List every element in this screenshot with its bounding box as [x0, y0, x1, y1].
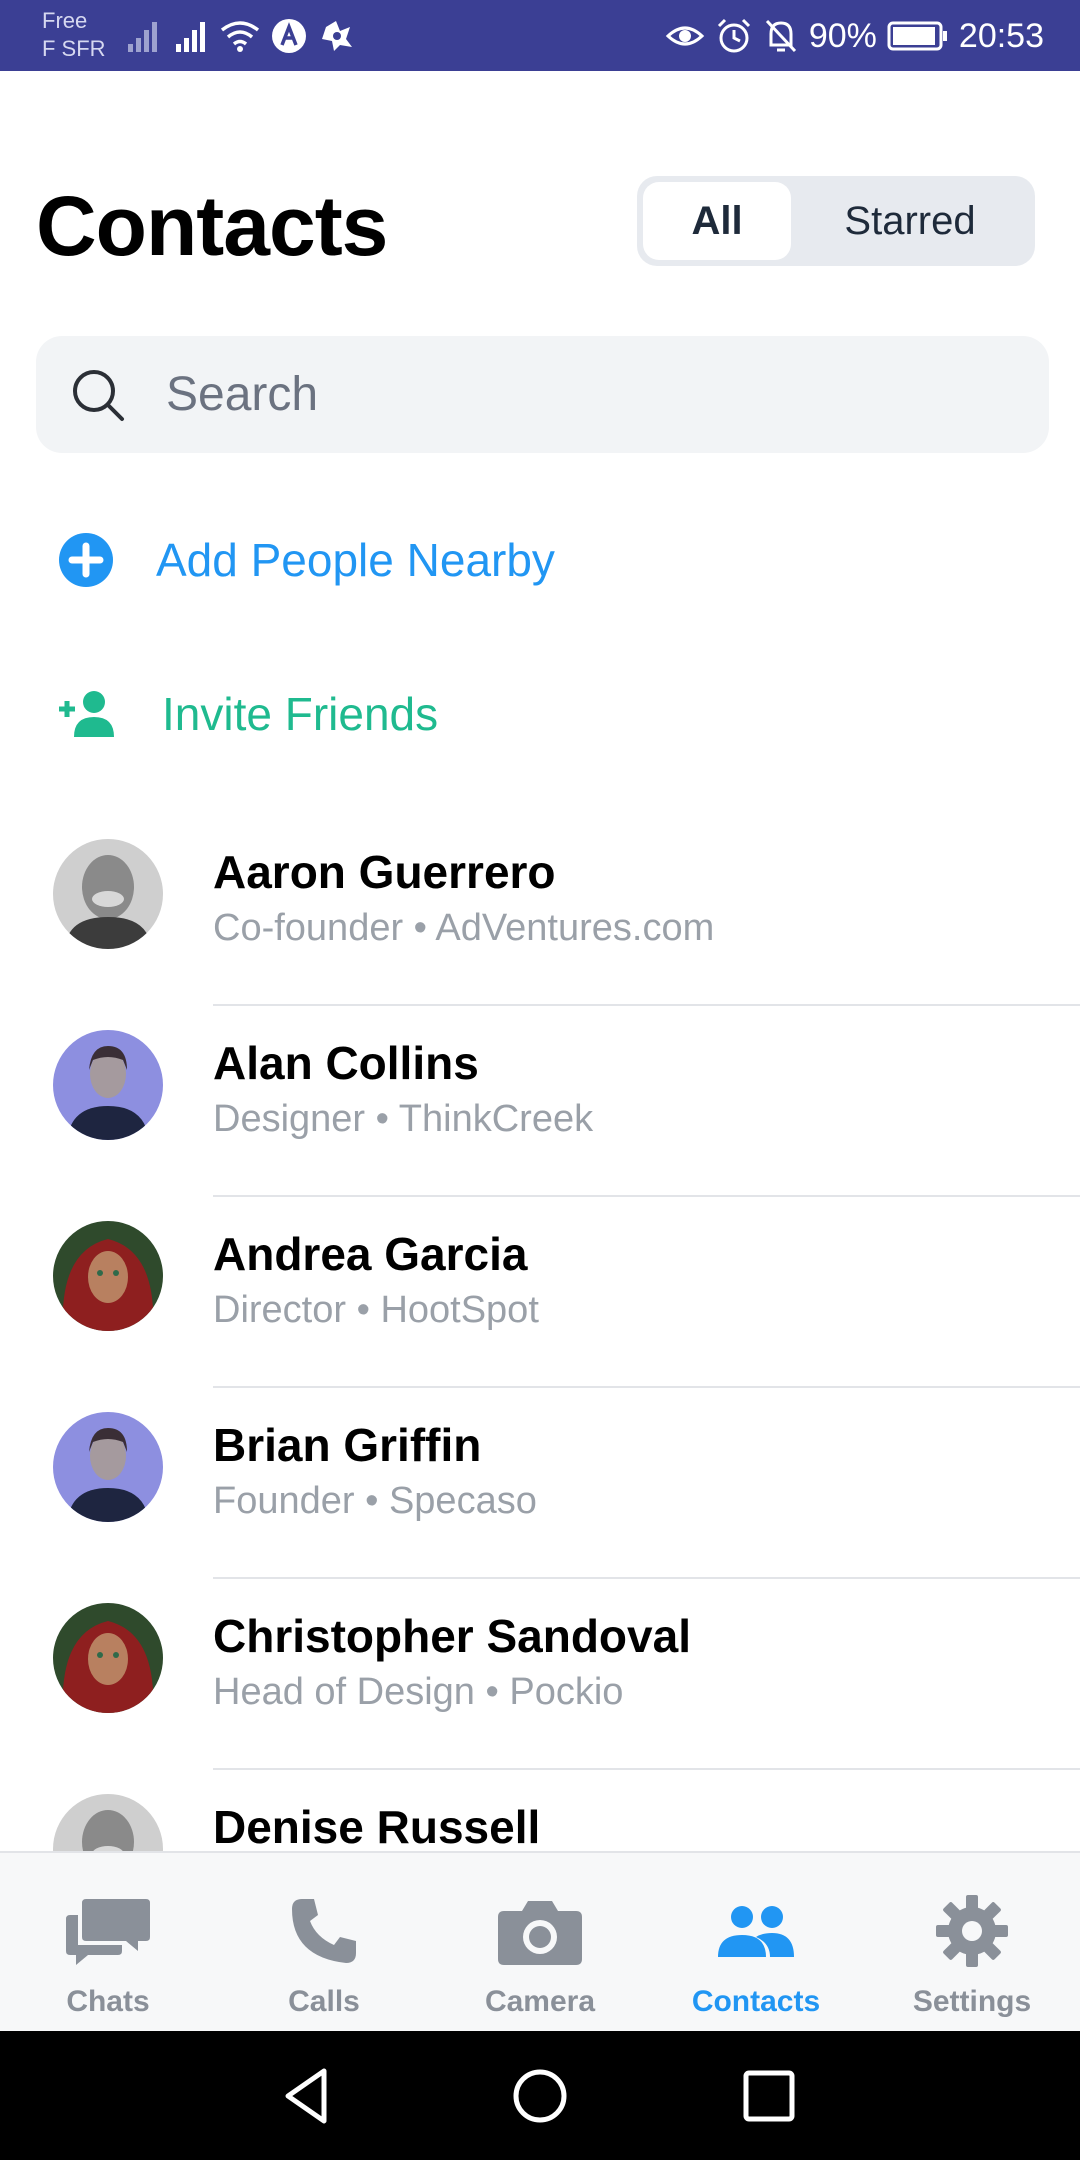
signal-icon-2 [176, 22, 205, 52]
contact-row[interactable]: Denise Russell [0, 1770, 1080, 1851]
home-icon[interactable] [505, 2061, 575, 2131]
contact-name: Andrea Garcia [213, 1228, 528, 1280]
battery-percent: 90% [808, 16, 877, 55]
tab-contacts[interactable]: Contacts [648, 1853, 864, 2031]
add-person-icon [59, 691, 114, 737]
tab-label: Chats [66, 1985, 150, 2018]
camera-icon [495, 1891, 585, 1971]
chat-bubbles-icon [63, 1891, 153, 1971]
eye-icon [665, 26, 705, 46]
avatar [53, 1412, 163, 1522]
page-title: Contacts [36, 179, 388, 273]
contact-row[interactable]: Alan Collins Designer • ThinkCreek [0, 1006, 1080, 1197]
search-icon [73, 369, 124, 421]
clock: 20:53 [958, 16, 1044, 55]
contact-name: Aaron Guerrero [213, 846, 556, 898]
contact-name: Alan Collins [213, 1037, 479, 1089]
segment-starred[interactable]: Starred [791, 182, 1029, 260]
tab-bar: Chats Calls Camera Contacts Settings [0, 1851, 1080, 2031]
wifi-icon [220, 21, 260, 52]
contact-subtitle: Head of Design • Pockio [213, 1671, 624, 1713]
tab-label: Contacts [691, 1985, 821, 2018]
recents-icon[interactable] [734, 2061, 804, 2131]
status-icons-left [126, 14, 356, 58]
contacts-icon [711, 1891, 801, 1971]
contact-row[interactable]: Christopher Sandoval Head of Design • Po… [0, 1579, 1080, 1770]
contact-subtitle: Director • HootSpot [213, 1289, 539, 1331]
system-nav-bar [0, 2031, 1080, 2160]
search-bar[interactable] [36, 336, 1049, 453]
tab-settings[interactable]: Settings [864, 1853, 1080, 2031]
contact-row[interactable]: Brian Griffin Founder • Specaso [0, 1388, 1080, 1579]
app-puzzle-icon [322, 21, 352, 51]
tab-label: Calls [288, 1985, 360, 2018]
invite-friends-label: Invite Friends [162, 688, 439, 740]
avatar [53, 1603, 163, 1713]
status-icons-right: 90% 20:53 [665, 10, 1044, 62]
carrier-line-1: Free [42, 8, 88, 33]
tab-calls[interactable]: Calls [216, 1853, 432, 2031]
carrier-label: Free F SFR [42, 7, 106, 63]
invite-friends-button[interactable]: Invite Friends [0, 654, 1080, 774]
gear-icon [927, 1891, 1017, 1971]
tab-label: Camera [484, 1985, 596, 2018]
contact-subtitle: Co-founder • AdVentures.com [213, 907, 715, 949]
carrier-line-2: F SFR [42, 36, 106, 61]
search-input[interactable] [166, 367, 966, 422]
contact-name: Brian Griffin [213, 1419, 482, 1471]
add-people-nearby-button[interactable]: Add People Nearby [0, 500, 1080, 620]
contact-row[interactable]: Andrea Garcia Director • HootSpot [0, 1197, 1080, 1388]
tab-label: Settings [912, 1985, 1032, 2018]
avatar [53, 1794, 163, 1851]
avatar [53, 839, 163, 949]
tab-chats[interactable]: Chats [0, 1853, 216, 2031]
tab-camera[interactable]: Camera [432, 1853, 648, 2031]
phone-icon [279, 1891, 369, 1971]
status-bar: Free F SFR 90% 20:53 [0, 0, 1080, 71]
bell-off-icon [765, 19, 796, 53]
avatar [53, 1030, 163, 1140]
contact-subtitle: Founder • Specaso [213, 1480, 537, 1522]
segment-all[interactable]: All [643, 182, 791, 260]
contact-name: Christopher Sandoval [213, 1610, 691, 1662]
contact-subtitle: Designer • ThinkCreek [213, 1098, 594, 1140]
add-circle-icon [59, 533, 113, 587]
battery-icon [887, 21, 947, 51]
contact-name: Denise Russell [213, 1801, 541, 1851]
alarm-icon [717, 18, 750, 53]
contact-row[interactable]: Aaron Guerrero Co-founder • AdVentures.c… [0, 815, 1080, 1006]
add-people-nearby-label: Add People Nearby [156, 534, 555, 586]
segmented-control: All Starred [637, 176, 1035, 266]
avatar [53, 1221, 163, 1331]
signal-icon [128, 22, 157, 52]
app-a-icon [272, 19, 306, 53]
back-icon[interactable] [272, 2061, 342, 2131]
